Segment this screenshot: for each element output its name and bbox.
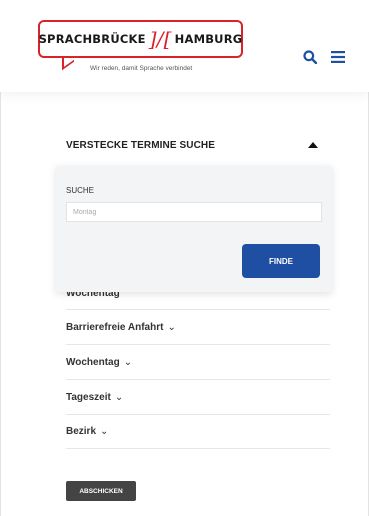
site-header: SPRACHBRÜCKE ]/[ HAMBURG Wir reden, dami… [0,0,369,92]
logo-separator: ]/[ [148,27,172,51]
logo-tagline: Wir reden, damit Sprache verbindet [90,65,193,72]
filter-wochentag[interactable]: Wochentag ⌄ [66,344,330,379]
chevron-down-icon: ⌄ [167,321,176,333]
filter-bezirk[interactable]: Bezirk ⌄ [66,414,330,449]
caret-up-icon[interactable] [308,142,318,148]
logo-left-word: SPRACHBRÜCKE [38,32,146,46]
logo-wordmark: SPRACHBRÜCKE ]/[ HAMBURG [38,20,243,58]
panel-title: VERSTECKE TERMINE SUCHE [66,140,215,151]
filter-label: Wochentag [66,356,120,368]
abschicken-button[interactable]: ABSCHICKEN [66,481,136,501]
filter-label: Tageszeit [66,391,111,403]
filter-tageszeit[interactable]: Tageszeit ⌄ [66,379,330,414]
chevron-down-icon: ⌄ [100,426,109,437]
sprachbruecke-logo[interactable]: SPRACHBRÜCKE ]/[ HAMBURG Wir reden, dami… [38,20,243,72]
finde-button[interactable]: FINDE [242,244,320,278]
filter-label: Bezirk [66,426,97,437]
filter-barrierefreie-anfahrt[interactable]: Barrierefreie Anfahrt ⌄ [66,309,330,344]
logo-right-word: HAMBURG [174,32,243,46]
search-input[interactable] [66,202,322,222]
hamburger-menu-icon[interactable] [331,51,345,63]
search-icon[interactable] [303,50,317,64]
search-dropdown: SUCHE FINDE [56,166,332,292]
chevron-down-icon: ⌄ [114,391,124,403]
search-label: SUCHE [66,186,95,195]
filter-label: Barrierefreie Anfahrt [66,321,164,333]
chevron-down-icon: ⌄ [123,356,133,368]
panel-header[interactable]: VERSTECKE TERMINE SUCHE [66,140,324,160]
filter-list: Barrierefreie Anfahrt ⌄ Wochentag ⌄ Tage… [66,309,330,449]
